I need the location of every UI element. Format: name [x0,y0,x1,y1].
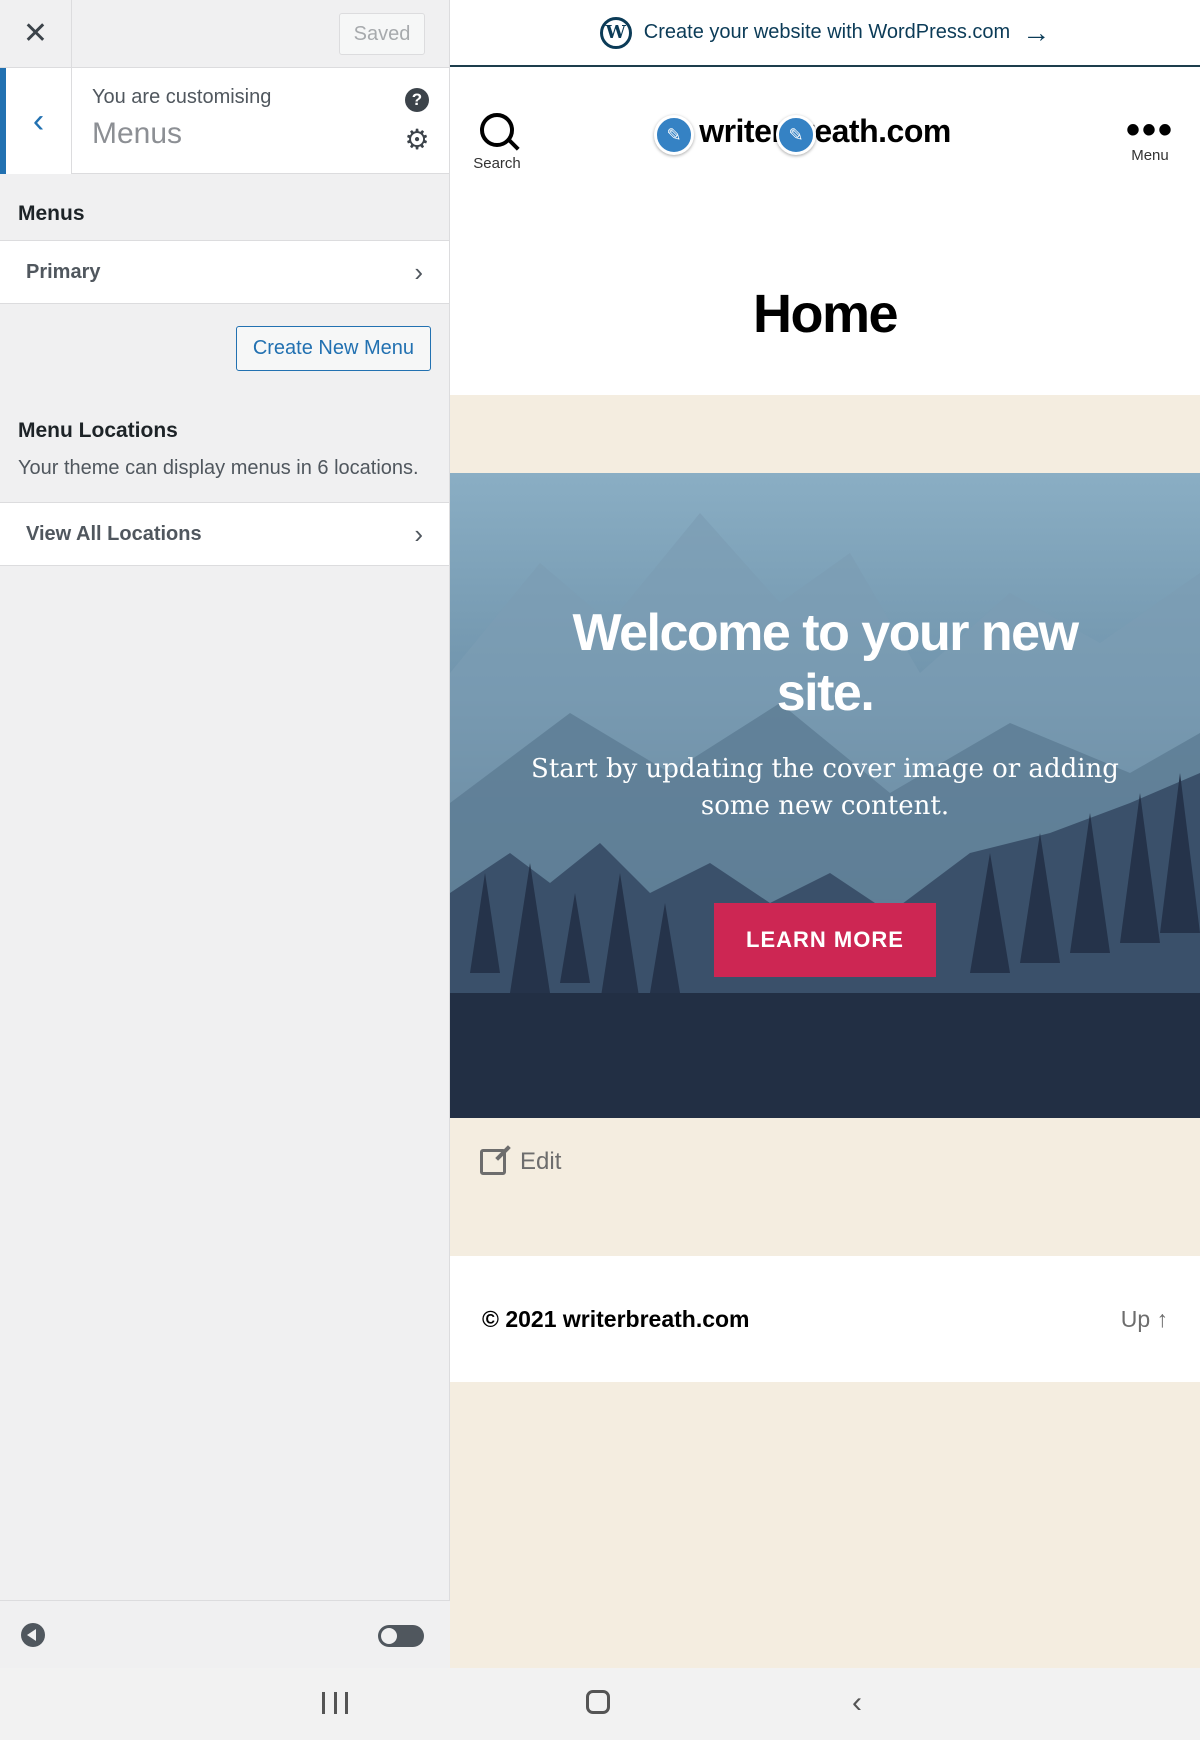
section-title: Menus [92,117,183,150]
site-footer: © 2021 writerbreath.com Up ↑ [450,1256,1200,1382]
cover-heading: Welcome to your new site. [572,604,1079,722]
menu-label: Menu [1131,147,1169,164]
screen: ✕ Saved ‹ You are customising Menus ? ⚙ … [0,0,1200,1740]
copyright-text: © 2021 writerbreath.com [482,1305,750,1332]
view-all-locations-item[interactable]: View All Locations › [0,502,449,566]
site-header: Search writerbreath.com ✎ ✎ ••• Menu [450,67,1200,197]
menu-locations-heading: Menu Locations [18,419,178,442]
system-nav-bar: ‹ [0,1668,1200,1740]
collapse-sidebar-icon[interactable] [21,1623,45,1647]
learn-more-button[interactable]: LEARN MORE [714,903,936,977]
view-all-locations-label: View All Locations [26,522,202,545]
more-dots-icon: ••• [1125,108,1174,152]
back-to-top-link[interactable]: Up ↑ [1121,1306,1168,1333]
back-button[interactable]: ‹ [0,68,72,174]
primary-menu-item[interactable]: Primary › [0,240,449,304]
arrow-right-icon: → [1022,16,1051,48]
search-label: Search [473,155,521,172]
menu-locations-description: Your theme can display menus in 6 locati… [18,457,419,479]
close-button[interactable]: ✕ [0,0,72,68]
edit-icon [480,1149,506,1175]
gear-icon[interactable]: ⚙ [403,126,431,154]
cover-text: Start by updating the cover image or add… [531,754,1119,821]
menus-heading: Menus [18,202,85,225]
menu-toggle[interactable]: ••• Menu [1125,108,1174,164]
edit-shortcut-icon[interactable]: ✎ [776,115,816,155]
customizer-panel: ✕ Saved ‹ You are customising Menus ? ⚙ … [0,0,450,1668]
customizer-footer [0,1600,450,1668]
promo-text: Create your website with WordPress.com [643,21,1011,43]
edit-link[interactable]: Edit [480,1148,561,1176]
edit-label: Edit [520,1148,562,1175]
home-icon[interactable] [586,1690,610,1714]
customising-label: You are customising [92,86,272,108]
customizer-header: ✕ Saved [0,0,449,68]
page-title: Home [450,197,1200,395]
help-icon[interactable]: ? [405,88,429,112]
edit-shortcut-icon[interactable]: ✎ [654,115,694,155]
saved-button[interactable]: Saved [339,13,425,55]
site-title[interactable]: writerbreath.com [450,113,1200,150]
close-icon: ✕ [22,17,49,50]
create-new-menu-button[interactable]: Create New Menu [235,326,431,371]
toggle-icon[interactable] [378,1625,424,1647]
chevron-right-icon: › [414,256,423,287]
primary-menu-label: Primary [26,260,101,283]
cover-block: Welcome to your new site. Start by updat… [450,473,1200,1118]
customizing-header: ‹ You are customising Menus ? ⚙ [0,68,449,174]
chevron-left-icon: ‹ [32,101,45,140]
recent-apps-icon[interactable] [322,1692,348,1714]
site-preview: W Create your website with WordPress.com… [450,0,1200,1668]
wordpress-logo-icon: W [599,16,632,49]
back-icon[interactable]: ‹ [852,1686,862,1720]
promo-banner[interactable]: W Create your website with WordPress.com… [450,0,1200,67]
chevron-right-icon: › [414,518,423,549]
